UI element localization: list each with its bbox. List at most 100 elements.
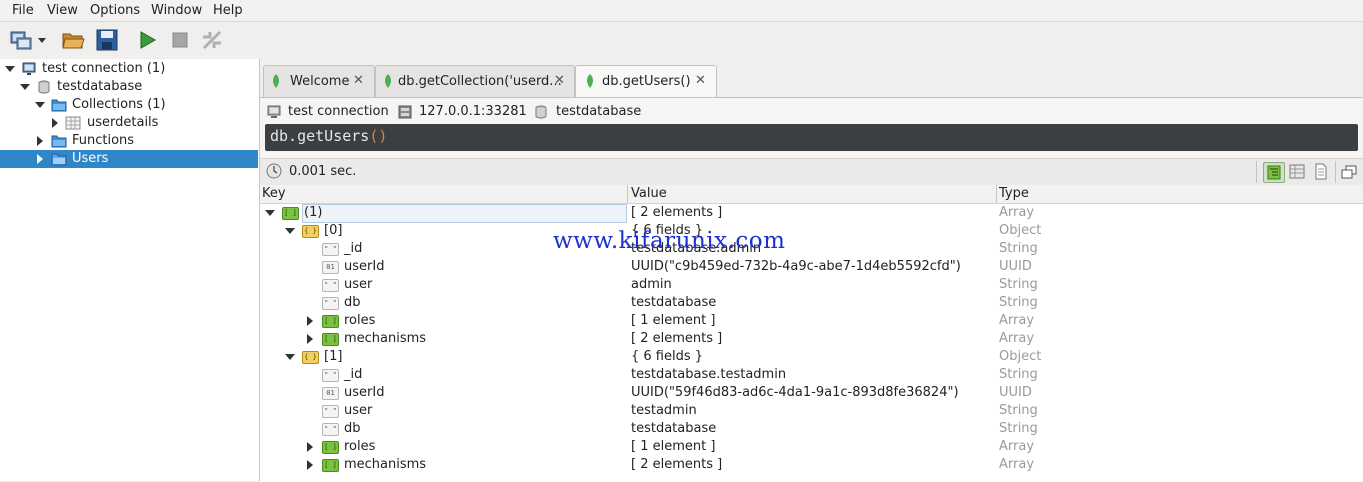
- column-divider[interactable]: [627, 185, 628, 203]
- chevron-right-icon[interactable]: [37, 154, 43, 164]
- row-key: userId: [344, 385, 385, 400]
- chevron-down-icon[interactable]: [285, 228, 295, 234]
- array-type-icon: [ ]: [322, 459, 339, 472]
- leaf-icon: [587, 74, 593, 88]
- array-type-icon: [ ]: [282, 207, 299, 220]
- close-icon[interactable]: ✕: [695, 73, 706, 88]
- execute-icon[interactable]: [135, 28, 159, 52]
- header-key[interactable]: Key: [262, 186, 286, 201]
- close-icon[interactable]: ✕: [353, 73, 364, 88]
- row-value: UUID("c9b459ed-732b-4a9c-abe7-1d4eb5592c…: [631, 259, 961, 274]
- table-row[interactable]: " " db testdatabase String: [260, 420, 1363, 438]
- row-value: testdatabase: [631, 421, 717, 436]
- row-type: Object: [999, 349, 1042, 364]
- table-row[interactable]: " " _id testdatabase.testadmin String: [260, 366, 1363, 384]
- menu-file[interactable]: File: [12, 3, 34, 18]
- menu-window[interactable]: Window: [151, 3, 202, 18]
- text-view-button[interactable]: [1311, 162, 1331, 181]
- table-row[interactable]: { } [0]{ 6 fields } Object: [260, 222, 1363, 240]
- chevron-right-icon[interactable]: [37, 136, 43, 146]
- chevron-right-icon[interactable]: [307, 334, 313, 344]
- table-row[interactable]: [ ] roles [ 1 element ] Array: [260, 312, 1363, 330]
- selection-highlight: [302, 204, 627, 223]
- table-row[interactable]: [ ] mechanisms [ 2 elements ] Array: [260, 330, 1363, 348]
- header-type[interactable]: Type: [999, 186, 1029, 201]
- row-type: UUID: [999, 259, 1032, 274]
- header-value[interactable]: Value: [631, 186, 667, 201]
- row-type: Array: [999, 439, 1035, 454]
- connect-icon[interactable]: [9, 28, 33, 52]
- chevron-down-icon[interactable]: [285, 354, 295, 360]
- table-view-button[interactable]: [1287, 162, 1307, 181]
- tree-item-functions[interactable]: Functions: [0, 132, 258, 150]
- menu-help[interactable]: Help: [213, 3, 243, 18]
- query-panel: test connection 127.0.0.1:33281 testdata…: [260, 97, 1363, 482]
- query-text: db.getUsers(): [270, 127, 387, 145]
- tree-item-users[interactable]: Users: [0, 150, 258, 168]
- tree-item-database[interactable]: testdatabase: [0, 78, 258, 96]
- chevron-right-icon[interactable]: [307, 460, 313, 470]
- table-row[interactable]: { } [1] { 6 fields } Object: [260, 348, 1363, 366]
- table-row[interactable]: " " db testdatabase String: [260, 294, 1363, 312]
- maximize-button[interactable]: [1339, 162, 1359, 181]
- row-value: [ 1 element ]: [631, 439, 716, 454]
- table-icon: [65, 116, 81, 130]
- tab-get-users[interactable]: db.getUsers() ✕: [575, 65, 717, 98]
- close-icon[interactable]: ✕: [554, 73, 565, 88]
- tab-label: db.getCollection('userd...: [398, 74, 562, 89]
- chevron-right-icon[interactable]: [52, 118, 58, 128]
- disconnect-icon[interactable]: [200, 28, 224, 52]
- row-type: String: [999, 295, 1038, 310]
- column-divider[interactable]: [996, 185, 997, 203]
- chevron-down-icon[interactable]: [265, 210, 275, 216]
- tree-item-connection[interactable]: test connection (1): [0, 60, 258, 78]
- chevron-right-icon[interactable]: [307, 316, 313, 326]
- chevron-right-icon[interactable]: [307, 442, 313, 452]
- chevron-down-icon[interactable]: [20, 84, 30, 90]
- row-key: user: [344, 277, 373, 292]
- table-row[interactable]: [ ] (1) [ 2 elements ] Array: [260, 204, 1363, 223]
- table-row[interactable]: " " user admin String: [260, 276, 1363, 294]
- tree-item-label: userdetails: [87, 115, 159, 130]
- tab-get-collection[interactable]: db.getCollection('userd... ✕: [375, 65, 575, 97]
- object-type-icon: { }: [302, 351, 319, 364]
- row-type: String: [999, 403, 1038, 418]
- chevron-down-icon[interactable]: [35, 102, 45, 108]
- connection-name: test connection: [288, 104, 389, 119]
- results-tree-grid: Key Value Type [ ] (1) [ 2 elements ] Array…: [260, 185, 1363, 482]
- row-type: String: [999, 241, 1038, 256]
- tree-item-label: Collections (1): [72, 97, 166, 112]
- tab-welcome[interactable]: Welcome ✕: [263, 65, 375, 97]
- tree-view-button[interactable]: [1263, 162, 1285, 183]
- query-editor[interactable]: db.getUsers(): [265, 124, 1358, 151]
- table-row[interactable]: " " _id testdatabase.admin String: [260, 240, 1363, 258]
- table-row[interactable]: 01 userId UUID("59f46d83-ad6c-4da1-9a1c-89…: [260, 384, 1363, 402]
- leaf-icon: [273, 74, 279, 88]
- grid-header: Key Value Type: [260, 185, 1363, 204]
- row-key: db: [344, 421, 361, 436]
- folder-icon: [51, 99, 67, 112]
- uuid-type-icon: 01: [322, 387, 339, 400]
- array-type-icon: [ ]: [322, 333, 339, 346]
- table-row[interactable]: " " user testadmin String: [260, 402, 1363, 420]
- menu-view[interactable]: View: [47, 3, 78, 18]
- table-row[interactable]: 01 userId UUID("c9b459ed-732b-4a9c-abe7-1d…: [260, 258, 1363, 276]
- computer-icon: [22, 62, 36, 75]
- row-key: [0]: [324, 223, 343, 238]
- connection-address: 127.0.0.1:33281: [419, 104, 527, 119]
- table-row[interactable]: [ ] mechanisms [ 2 elements ] Array: [260, 456, 1363, 474]
- table-row[interactable]: [ ] roles [ 1 element ] Array: [260, 438, 1363, 456]
- dropdown-icon[interactable]: [36, 28, 48, 52]
- menu-options[interactable]: Options: [90, 3, 140, 18]
- open-icon[interactable]: [61, 28, 85, 52]
- leaf-icon: [385, 74, 391, 88]
- save-icon[interactable]: [95, 28, 119, 52]
- chevron-down-icon[interactable]: [5, 66, 15, 72]
- row-value: [ 2 elements ]: [631, 205, 723, 220]
- stop-icon[interactable]: [168, 28, 192, 52]
- string-type-icon: " ": [322, 405, 339, 418]
- tree-item-collections[interactable]: Collections (1): [0, 96, 258, 114]
- watermark: www.kifarunix.com: [553, 228, 786, 254]
- tree-item-userdetails[interactable]: userdetails: [0, 114, 258, 132]
- tab-bar: Welcome ✕ db.getCollection('userd... ✕ d…: [260, 61, 1363, 98]
